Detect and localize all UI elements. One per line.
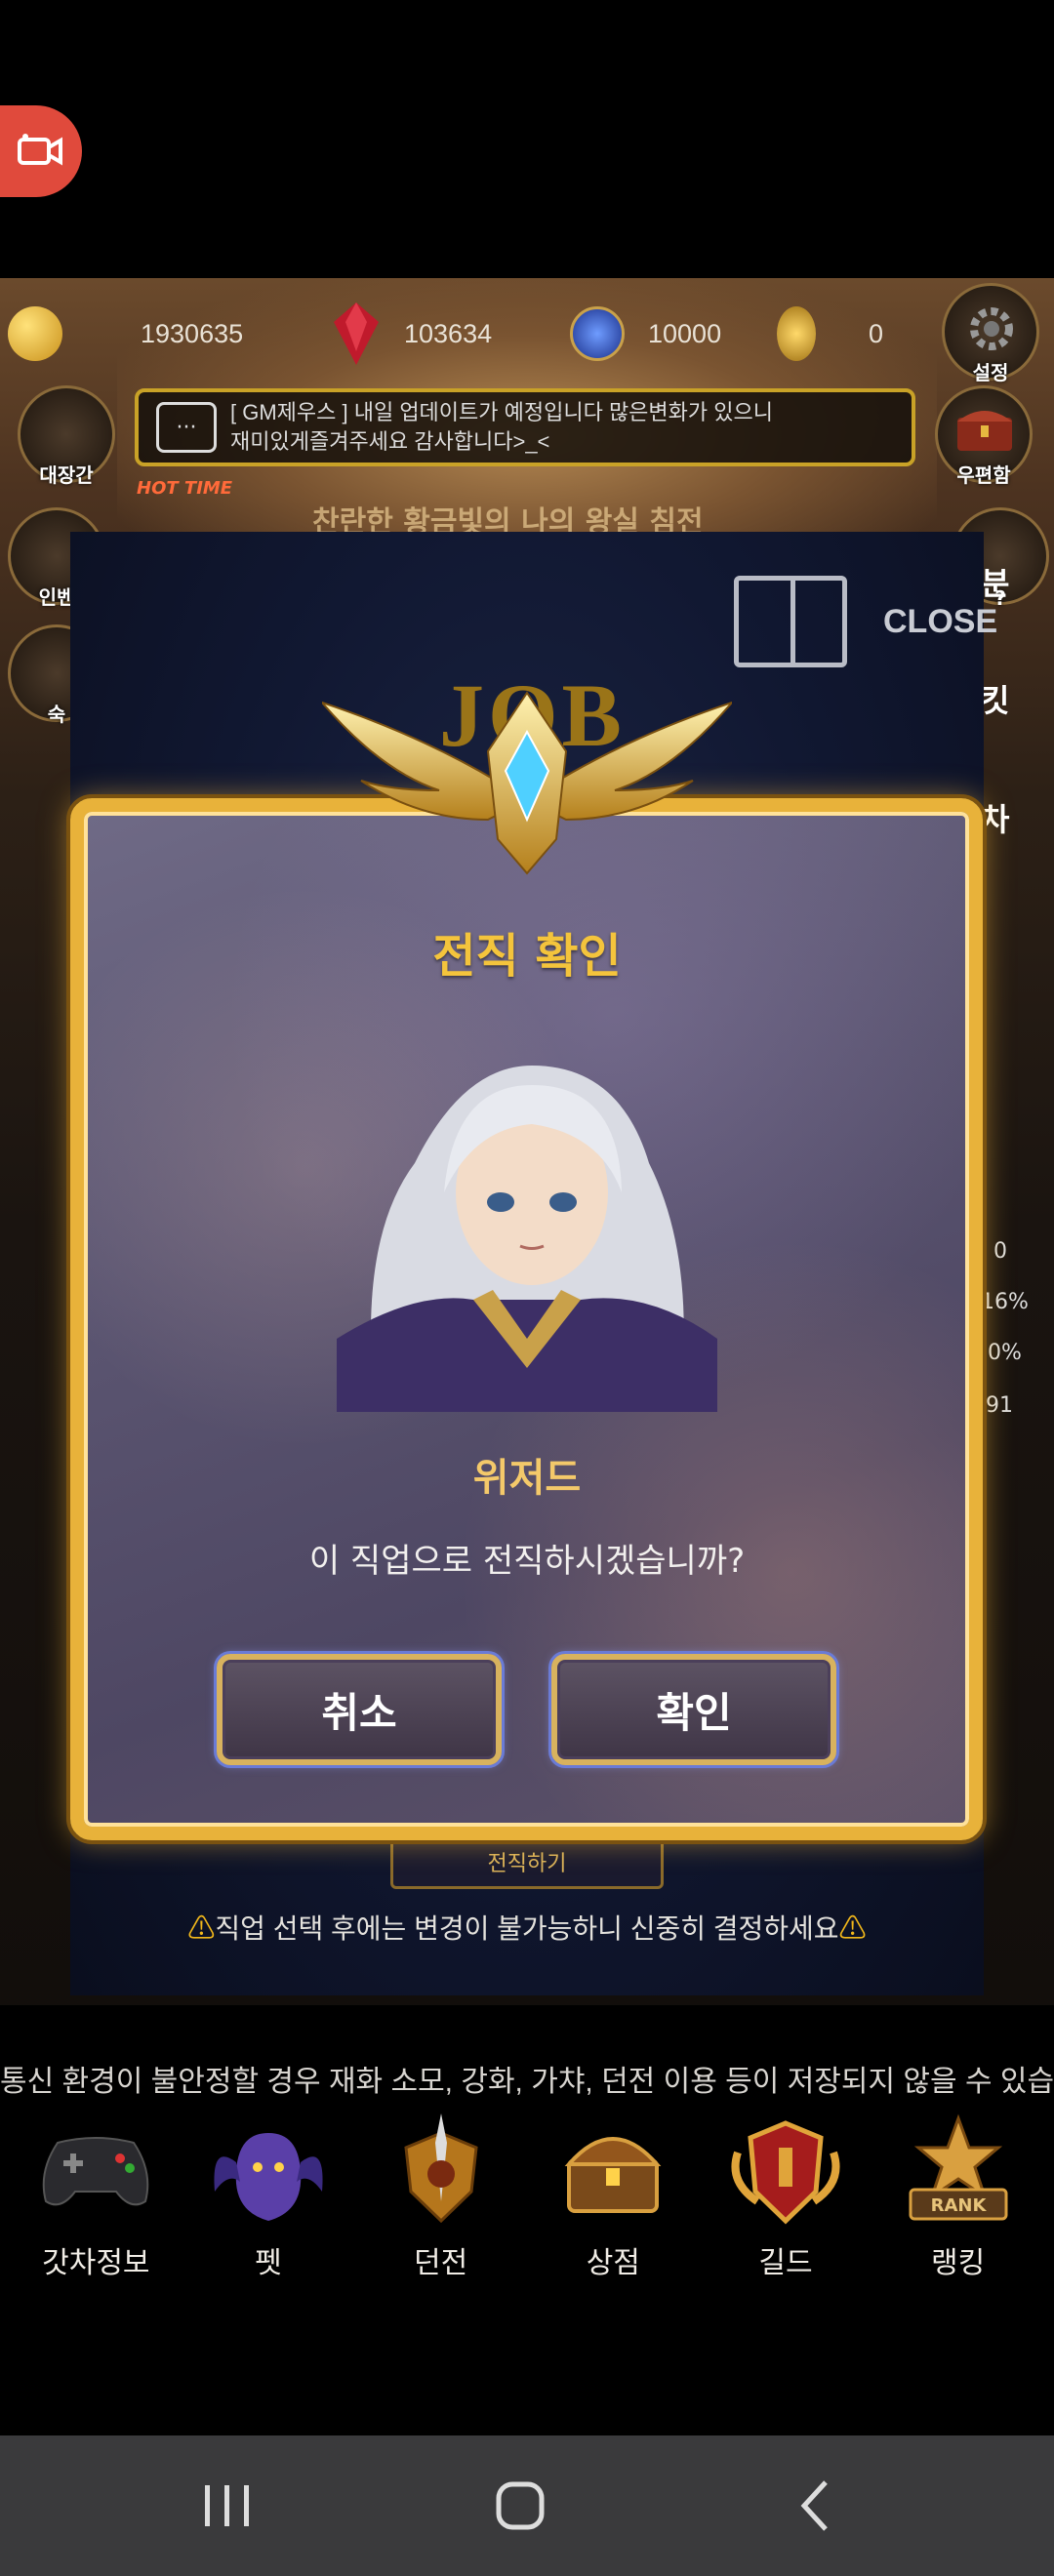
nav-ranking[interactable]: RANK 랭킹 bbox=[880, 2108, 1036, 2303]
inventory-label: 인벤 bbox=[38, 585, 75, 609]
mailbox-label: 우편함 bbox=[956, 463, 1011, 487]
bottom-nav: 갓차정보 펫 던전 상점 길드 RANK 랭킹 bbox=[0, 2108, 1054, 2303]
right-partial-label-2: 킷 bbox=[981, 682, 1010, 719]
recents-icon bbox=[205, 2485, 249, 2526]
notice-line-1: [ GM제우스 ] 내일 업데이트가 예정입니다 많은변화가 있으니 bbox=[230, 400, 773, 424]
chat-bubble-icon: ··· bbox=[156, 402, 217, 453]
left-partial-label: 숙 bbox=[47, 703, 66, 726]
crystal-amount: 10000 bbox=[648, 318, 722, 348]
gamepad-icon bbox=[37, 2113, 154, 2231]
job-warning: ⚠직업 선택 후에는 변경이 불가능하니 신중히 결정하세요⚠ bbox=[0, 1908, 1054, 1947]
video-camera-icon bbox=[18, 134, 62, 166]
crystal-resource: 10000 bbox=[570, 304, 721, 363]
svg-text:RANK: RANK bbox=[930, 2195, 987, 2216]
job-warning-text: 직업 선택 후에는 변경이 불가능하니 신중히 결정하세요 bbox=[215, 1913, 839, 1944]
notice-line-2: 재미있게즐겨주세요 감사합니다>_< bbox=[230, 429, 550, 454]
job-change-button[interactable]: 전직하기 bbox=[390, 1834, 664, 1889]
dragon-icon bbox=[210, 2113, 327, 2231]
book-icon[interactable] bbox=[734, 576, 847, 667]
nav-pet[interactable]: 펫 bbox=[190, 2108, 346, 2303]
confirm-question: 이 직업으로 전직하시겠습니까? bbox=[308, 1542, 746, 1581]
chest-mail-icon bbox=[957, 411, 1012, 451]
treasure-chest-icon bbox=[554, 2113, 671, 2231]
home-icon bbox=[496, 2481, 545, 2530]
nav-label: 길드 bbox=[758, 2246, 813, 2280]
notice-banner[interactable]: ··· [ GM제우스 ] 내일 업데이트가 예정입니다 많은변화가 있으니 재… bbox=[135, 388, 915, 466]
nav-label: 랭킹 bbox=[931, 2246, 986, 2280]
nav-shop[interactable]: 상점 bbox=[535, 2108, 691, 2303]
rank-badge-icon: RANK bbox=[900, 2113, 1017, 2231]
recents-button[interactable] bbox=[182, 2465, 270, 2547]
crystal-icon bbox=[570, 306, 625, 361]
sword-shield-icon bbox=[383, 2113, 500, 2231]
warning-icon: ⚠ bbox=[187, 1913, 216, 1944]
token-coin-icon bbox=[777, 306, 816, 361]
close-button[interactable]: CLOSE bbox=[883, 603, 997, 641]
settings-label: 설정 bbox=[972, 361, 1009, 384]
cancel-button[interactable]: 취소 bbox=[217, 1654, 502, 1765]
guild-crest-icon bbox=[727, 2113, 844, 2231]
stat-value-4: 91 bbox=[986, 1393, 1013, 1418]
coupon-resource: 0 bbox=[777, 304, 883, 363]
back-button[interactable] bbox=[773, 2465, 861, 2547]
back-icon bbox=[800, 2480, 828, 2531]
nav-gacha-info[interactable]: 갓차정보 bbox=[18, 2108, 174, 2303]
winged-crest-icon bbox=[322, 691, 732, 875]
arena-label: 대장간 bbox=[39, 463, 94, 487]
gold-coin-icon bbox=[8, 306, 62, 361]
confirm-button[interactable]: 확인 bbox=[551, 1654, 836, 1765]
nav-guild[interactable]: 길드 bbox=[708, 2108, 864, 2303]
stat-value-2: 16% bbox=[981, 1290, 1029, 1314]
class-name: 위저드 bbox=[472, 1456, 582, 1501]
stat-value-3: 0% bbox=[988, 1341, 1022, 1365]
right-partial-label-1: 분 bbox=[981, 565, 1010, 602]
dialog-title: 전직 확인 bbox=[432, 929, 622, 984]
arena-button[interactable]: 대장간 bbox=[18, 385, 115, 487]
nav-label: 상점 bbox=[586, 2246, 640, 2280]
mailbox-button[interactable]: 우편함 bbox=[935, 385, 1033, 487]
gear-icon bbox=[970, 307, 1013, 350]
home-button[interactable] bbox=[476, 2465, 564, 2547]
notice-text: [ GM제우스 ] 내일 업데이트가 예정입니다 많은변화가 있으니 재미있게즐… bbox=[230, 398, 773, 457]
status-area bbox=[0, 0, 1054, 278]
gold-amount: 1930635 bbox=[141, 318, 244, 348]
nav-label: 던전 bbox=[414, 2246, 468, 2280]
warning-icon: ⚠ bbox=[838, 1913, 867, 1944]
gold-resource: 1930635 bbox=[8, 304, 243, 363]
system-nav-bar bbox=[0, 2435, 1054, 2576]
ruby-amount: 103634 bbox=[404, 318, 493, 348]
coupon-amount: 0 bbox=[869, 318, 884, 348]
network-warning: 통신 환경이 불안정할 경우 재화 소모, 강화, 가챠, 던전 이용 등이 저… bbox=[0, 2066, 1054, 2098]
ruby-gem-icon bbox=[334, 302, 379, 365]
right-partial-label-3: 차 bbox=[981, 801, 1010, 838]
hot-time-button[interactable]: HOT TIME bbox=[137, 478, 234, 527]
settings-button[interactable]: 설정 bbox=[942, 283, 1039, 384]
nav-label: 펫 bbox=[255, 2246, 282, 2280]
nav-label: 갓차정보 bbox=[42, 2246, 150, 2280]
wizard-portrait bbox=[337, 1046, 717, 1412]
stat-value-1: 0 bbox=[993, 1239, 1007, 1264]
nav-dungeon[interactable]: 던전 bbox=[363, 2108, 519, 2303]
ruby-resource: 103634 bbox=[332, 302, 493, 365]
